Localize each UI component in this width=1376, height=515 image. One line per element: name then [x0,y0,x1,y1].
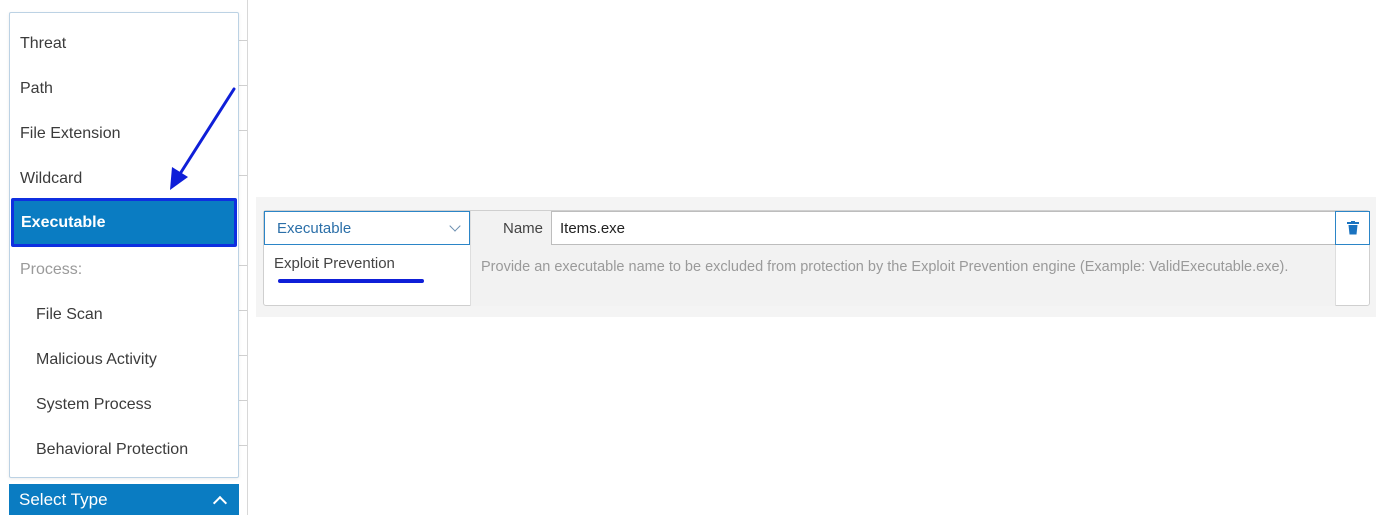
name-input[interactable] [551,211,1336,245]
chevron-down-icon [449,220,461,232]
trash-icon [1346,221,1359,235]
divider [239,400,247,401]
divider [239,310,247,311]
divider [239,445,247,446]
menu-item-label: System Process [36,395,152,413]
exclusion-engine-caption: Exploit Prevention [274,255,395,272]
help-text: Provide an executable name to be exclude… [481,259,1289,275]
annotation-underline [278,279,424,283]
exclusion-type-value: Executable [277,219,352,237]
menu-item-label: File Scan [36,305,103,323]
menu-item-label: Wildcard [20,169,83,187]
divider [239,130,247,131]
type-dropdown-menu: Threat Path File Extension Wildcard Exec… [9,12,239,478]
menu-item-threat[interactable]: Threat [10,21,238,66]
menu-item-label: File Extension [20,124,121,142]
menu-item-system-process[interactable]: System Process [10,382,238,427]
menu-item-label: Malicious Activity [36,350,157,368]
name-label: Name [502,219,543,237]
menu-group-label: Process: [20,260,83,278]
menu-item-label: Threat [20,34,67,52]
menu-item-executable[interactable]: Executable [11,198,237,247]
menu-item-label: Behavioral Protection [36,440,189,458]
divider [239,85,247,86]
menu-item-behavioral-protection[interactable]: Behavioral Protection [10,427,238,472]
select-type-button[interactable]: Select Type [9,484,239,515]
menu-item-label: Path [20,79,53,97]
menu-item-label: Executable [21,213,106,231]
delete-button[interactable] [1335,211,1370,245]
exclusion-details: Name Provide an executable name to be ex… [470,211,1336,306]
menu-item-file-scan[interactable]: File Scan [10,292,238,337]
divider [239,355,247,356]
menu-item-malicious-activity[interactable]: Malicious Activity [10,337,238,382]
divider [239,175,247,176]
select-type-label: Select Type [19,489,108,509]
menu-group-header-process: Process: [10,247,238,292]
exclusion-type-select[interactable]: Executable [264,211,470,245]
divider [239,265,247,266]
action-column [1335,245,1370,306]
exclusion-row: Executable Exploit Prevention Name Provi… [263,210,1370,306]
chevron-up-icon [212,495,228,510]
annotation-arrow-icon [170,87,236,190]
divider [239,40,247,41]
